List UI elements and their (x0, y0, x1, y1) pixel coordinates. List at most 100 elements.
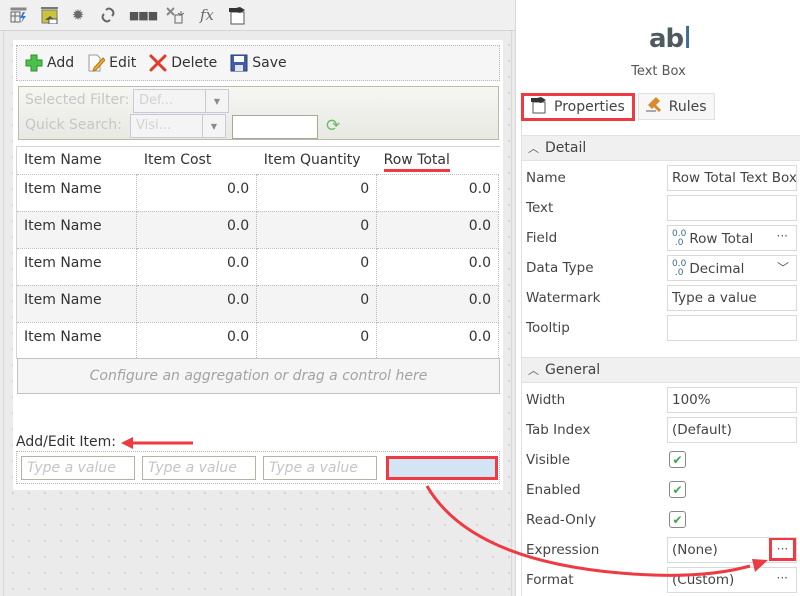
table-row[interactable]: Item Name 0.0 0 0.0 (17, 322, 499, 360)
control-type-name: Text Box (631, 64, 686, 79)
aggregation-drop-zone[interactable]: Configure an aggregation or drag a contr… (17, 358, 500, 394)
save-label: Save (252, 55, 287, 71)
ellipsis-button[interactable]: ··· (777, 229, 788, 243)
delete-x-icon (149, 54, 167, 72)
quick-search-field-dropdown[interactable]: Visi... ▼ (130, 114, 226, 138)
cell-row-total: 0.0 (376, 248, 499, 286)
cell-item-cost: 0.0 (136, 174, 258, 212)
gear-icon[interactable]: ✹ (67, 4, 89, 26)
image-upload-icon[interactable] (39, 4, 61, 26)
add-edit-row: Type a value Type a value Type a value (16, 451, 500, 484)
table-lightning-icon[interactable] (7, 4, 29, 26)
cell-row-total: 0.0 (376, 285, 499, 323)
property-text: Text (522, 193, 800, 223)
section-detail-header[interactable]: ︿ Detail (522, 135, 800, 161)
quick-search-input[interactable] (232, 115, 318, 139)
edit-button[interactable]: Edit (87, 54, 136, 72)
properties-icon[interactable] (226, 4, 248, 26)
rules-icon[interactable] (165, 4, 187, 26)
tab-properties[interactable]: Properties (521, 93, 635, 121)
text-field[interactable] (667, 195, 797, 221)
tab-rules[interactable]: Rules (637, 93, 715, 120)
property-visible: Visible ✔ (522, 445, 800, 475)
table-row[interactable]: Item Name 0.0 0 0.0 (17, 211, 499, 249)
delete-label: Delete (171, 55, 218, 71)
table-row[interactable]: Item Name 0.0 0 0.0 (17, 285, 499, 323)
quick-search-label: Quick Search: (25, 117, 122, 133)
item-name-textbox[interactable]: Type a value (21, 456, 135, 480)
property-width: Width 100% (522, 385, 800, 415)
tab-rules-label: Rules (668, 98, 707, 115)
field-selector[interactable]: 0.0 .0 Row Total ··· (667, 225, 797, 251)
property-tab-index: Tab Index (Default) (522, 415, 800, 445)
edit-label: Edit (109, 55, 137, 71)
text-box-control-icon: abI (649, 21, 692, 56)
property-read-only: Read-Only ✔ (522, 505, 800, 535)
read-only-checkbox[interactable]: ✔ (669, 511, 686, 528)
section-general-header[interactable]: ︿ General (522, 357, 800, 383)
expression-ellipsis-button[interactable]: ··· (769, 538, 796, 561)
visible-checkbox[interactable]: ✔ (669, 451, 686, 468)
cell-item-cost: 0.0 (136, 248, 258, 286)
dropdown-arrow-icon: ▼ (205, 90, 228, 112)
tab-index-field[interactable]: (Default) (667, 417, 797, 443)
column-header-item-quantity[interactable]: Item Quantity (256, 146, 377, 175)
cell-item-name: Item Name (17, 248, 138, 286)
property-tooltip: Tooltip (522, 313, 800, 343)
cell-item-quantity: 0 (256, 322, 378, 360)
link-icon[interactable] (97, 4, 119, 26)
panel-tabs: Properties Rules (521, 93, 718, 121)
item-cost-textbox[interactable]: Type a value (142, 456, 256, 480)
property-name: Name Row Total Text Box (522, 163, 800, 193)
chevron-down-icon: ﹀ (776, 261, 789, 275)
column-header-item-name[interactable]: Item Name (17, 146, 137, 175)
enabled-checkbox[interactable]: ✔ (669, 481, 686, 498)
cell-row-total: 0.0 (376, 211, 499, 249)
item-quantity-textbox[interactable]: Type a value (263, 456, 377, 480)
cell-item-quantity: 0 (256, 285, 378, 323)
function-icon[interactable]: fx (196, 4, 218, 26)
watermark-field[interactable]: Type a value (667, 285, 797, 311)
refresh-icon[interactable]: ⟳ (326, 116, 340, 136)
quick-search-field-value: Visi... (136, 118, 172, 133)
property-expression: Expression (None) ··· (522, 535, 800, 565)
ellipsis-button[interactable]: ··· (777, 571, 788, 585)
add-edit-item-label: Add/Edit Item: (16, 434, 116, 450)
designer-canvas-area: ✹ ■■■ fx Add Edit Delete Save Selected F… (0, 0, 515, 596)
delete-button[interactable]: Delete (149, 54, 217, 72)
selected-filter-dropdown[interactable]: Def... ▼ (133, 89, 229, 113)
column-header-row-total[interactable]: Row Total (376, 146, 499, 175)
row-total-textbox-selected[interactable] (386, 456, 498, 480)
tab-properties-label: Properties (554, 99, 625, 115)
data-type-dropdown[interactable]: 0.0 .0 Decimal ﹀ (667, 255, 797, 281)
add-button[interactable]: Add (25, 54, 74, 72)
chevron-up-icon: ︿ (528, 142, 539, 155)
save-button[interactable]: Save (230, 54, 287, 72)
table-row[interactable]: Item Name 0.0 0 0.0 (17, 248, 499, 286)
selected-filter-value: Def... (139, 93, 174, 108)
property-enabled: Enabled ✔ (522, 475, 800, 505)
cell-item-name: Item Name (17, 322, 138, 360)
format-field[interactable]: (Custom) ··· (667, 567, 797, 593)
properties-icon (530, 96, 548, 118)
item-list-grid: Item Name Item Cost Item Quantity Row To… (17, 146, 499, 360)
cell-item-cost: 0.0 (136, 285, 258, 323)
cell-item-name: Item Name (17, 174, 138, 212)
dropdown-arrow-icon: ▼ (202, 115, 225, 137)
cell-item-quantity: 0 (256, 174, 378, 212)
table-row[interactable]: Item Name 0.0 0 0.0 (17, 174, 499, 212)
name-field[interactable]: Row Total Text Box (667, 165, 797, 191)
column-header-item-cost[interactable]: Item Cost (136, 146, 257, 175)
tooltip-field[interactable] (667, 315, 797, 341)
expression-field[interactable]: (None) ··· (667, 537, 797, 563)
property-format: Format (Custom) ··· (522, 565, 800, 595)
width-field[interactable]: 100% (667, 387, 797, 413)
more-icon[interactable]: ■■■ (129, 4, 158, 26)
plus-icon (25, 54, 43, 72)
grid-header-row: Item Name Item Cost Item Quantity Row To… (17, 146, 499, 175)
selected-filter-label: Selected Filter: (25, 92, 130, 108)
cell-item-cost: 0.0 (136, 211, 258, 249)
save-disk-icon (230, 54, 248, 72)
list-action-toolbar: Add Edit Delete Save (16, 45, 500, 81)
filter-bar: Selected Filter: Def... ▼ Quick Search: … (18, 86, 499, 140)
